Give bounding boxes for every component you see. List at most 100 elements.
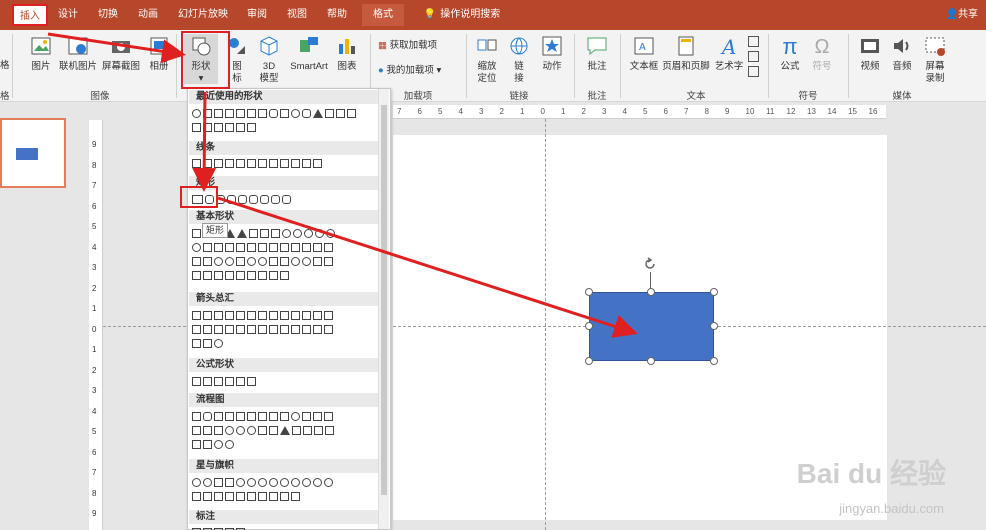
share-button[interactable]: 👤共享 [946,4,978,26]
flowchart-row[interactable] [191,424,377,438]
online-picture-button[interactable]: 联机图片 [58,34,98,73]
slide-thumbnail[interactable] [0,118,66,188]
svg-text:A: A [720,35,736,58]
zoom-button[interactable]: 缩放定位 [470,34,504,85]
equation-shapes-row[interactable] [191,375,377,389]
get-addins-button[interactable]: ▦ 获取加载项 [378,39,437,53]
ruler-tick-label: 15 [848,107,857,116]
ruler-tick-label: 6 [417,107,422,116]
comment-label: 批注 [587,61,607,72]
resize-handle-tl[interactable] [585,288,593,296]
flowchart-row[interactable] [191,410,377,424]
ruler-tick-label: 5 [92,222,97,231]
equation-button[interactable]: π 公式 [776,34,804,73]
category-recent: 最近使用的形状 [189,90,378,104]
thumbnail-rectangle [16,148,38,160]
separator [620,34,621,98]
scrollbar-thumb[interactable] [381,105,387,495]
screen-record-button[interactable]: 屏幕录制 [920,34,950,85]
video-button[interactable]: 视频 [856,34,884,73]
action-button[interactable]: 动作 [538,34,566,73]
picture-button[interactable]: 图片 [26,34,56,73]
basic-shapes-row[interactable] [191,269,377,283]
tab-animations[interactable]: 动画 [132,4,164,26]
vertical-ruler: 9 8 7 6 5 4 3 2 1 0 1 2 3 4 5 6 7 8 9 [89,120,103,530]
stars-row[interactable] [191,476,377,490]
stars-row[interactable] [191,490,377,504]
tab-transitions[interactable]: 切换 [92,4,124,26]
flowchart-row[interactable] [191,438,377,452]
horizontal-ruler: 7 6 5 4 3 2 1 0 1 2 3 4 5 6 7 8 9 10 11 12 13 14 15 16 [393,105,886,119]
ruler-tick-label: 3 [479,107,484,116]
resize-handle-bl[interactable] [585,357,593,365]
textbox-icon: A [634,37,654,55]
media-group-label: 媒体 [892,91,912,102]
comment-group-label: 批注 [587,91,607,102]
album-button[interactable]: 相册 [144,34,174,73]
star-icon [542,36,562,56]
tab-slideshow[interactable]: 幻灯片放映 [172,4,234,26]
audio-button[interactable]: 音频 [888,34,916,73]
ruler-tick-label: 5 [92,427,97,436]
chart-button[interactable]: 图表 [334,34,360,73]
resize-handle-br[interactable] [710,357,718,365]
ruler-tick-label: 2 [92,365,97,375]
resize-handle-l[interactable] [585,322,593,330]
comment-button[interactable]: 批注 [582,34,612,73]
ruler-tick-label: 14 [827,107,837,116]
tab-design[interactable]: 设计 [52,4,84,26]
share-label: 共享 [958,9,978,20]
link-label: 链接 [514,61,524,84]
rotate-handle-icon[interactable] [642,256,658,272]
my-addins-button[interactable]: ● 我的加载项 ▾ [378,64,441,78]
resize-handle-r[interactable] [710,322,718,330]
pi-icon: π [782,34,798,59]
tab-help[interactable]: 帮助 [320,4,354,26]
wordart-button[interactable]: A 艺术字 [712,34,746,73]
ruler-tick-label: 16 [868,107,878,116]
arrows-row[interactable] [191,323,377,337]
ruler-tick-label: 2 [499,107,504,116]
symbol-button[interactable]: Ω 符号 [808,34,836,73]
header-footer-button[interactable]: 页眉和页脚 [662,34,710,73]
3d-model-button[interactable]: 3D 模型 [254,34,284,85]
arrows-row[interactable] [191,337,377,351]
tab-insert[interactable]: 插入 [12,4,48,26]
callouts-row[interactable] [191,526,377,530]
ruler-tick-label: 12 [786,107,796,116]
recent-shapes-row[interactable] [191,121,377,135]
basic-shapes-row[interactable] [191,255,377,269]
smartart-button[interactable]: SmartArt [286,34,332,73]
tell-me-search[interactable]: 💡 操作说明搜索 [416,4,508,26]
ruler-tick-label: 3 [92,263,97,272]
tab-review[interactable]: 审阅 [240,4,274,26]
basic-shapes-row[interactable] [191,241,377,255]
smartart-label: SmartArt [290,61,328,72]
partial-left-group: 格 [0,91,10,102]
resize-handle-t[interactable] [647,288,655,296]
text-small-tools[interactable] [748,36,762,77]
chevron-down-icon: ▾ [436,65,442,76]
dropdown-scrollbar[interactable] [378,89,389,529]
rectangles-row[interactable] [191,193,377,207]
ruler-tick-label: 0 [92,324,97,334]
category-stars-banners: 星与旗帜 [189,459,378,473]
recent-shapes-row[interactable] [191,107,377,121]
online-picture-label: 联机图片 [58,61,97,72]
ruler-tick-label: 9 [92,140,97,149]
ruler-tick-label: 7 [684,107,689,116]
album-label: 相册 [149,61,169,72]
action-label: 动作 [542,61,562,72]
textbox-button[interactable]: A 文本框 [628,34,660,73]
resize-handle-b[interactable] [647,357,655,365]
resize-handle-tr[interactable] [710,288,718,296]
separator [176,34,177,98]
addins-group-label: 加载项 [403,91,433,102]
rectangle-shape[interactable] [589,292,714,361]
link-button[interactable]: 链接 [506,34,532,85]
screenshot-button[interactable]: 屏幕截图 [100,34,142,73]
lines-row[interactable] [191,157,377,171]
arrows-row[interactable] [191,309,377,323]
tab-view[interactable]: 视图 [280,4,314,26]
tab-format[interactable]: 格式 [362,4,404,26]
